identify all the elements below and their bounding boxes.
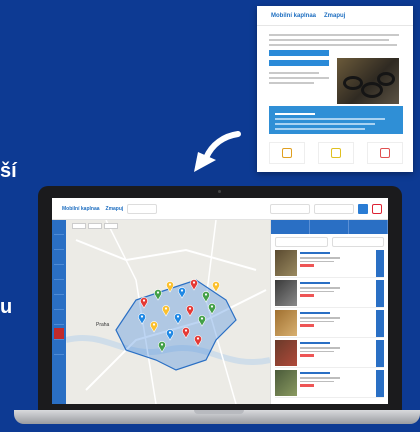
- sidebar-item[interactable]: [54, 343, 64, 355]
- curved-arrow-icon: [194, 131, 241, 172]
- app-screen: Mobilní kaplnaa Zmapuj Praha: [52, 198, 388, 404]
- logout-icon[interactable]: [372, 203, 382, 214]
- list-item[interactable]: [275, 250, 384, 278]
- list-item[interactable]: [275, 340, 384, 368]
- app-header: Mobilní kaplnaa Zmapuj: [52, 198, 388, 220]
- panel-tab[interactable]: [310, 220, 349, 234]
- email-logo-zmapuj: Zmapuj: [324, 12, 346, 19]
- list-item[interactable]: [275, 280, 384, 308]
- cropped-text-line-1: ší: [0, 160, 17, 182]
- sidebar-item[interactable]: [54, 268, 64, 280]
- email-preview: Mobilní kaplnaa Zmapuj: [257, 6, 413, 172]
- report-list-panel: [270, 220, 388, 404]
- laptop-base: [14, 410, 420, 424]
- sidebar-item[interactable]: [54, 253, 64, 265]
- panel-tabs: [271, 220, 388, 234]
- panel-tab[interactable]: [349, 220, 388, 234]
- map-tab[interactable]: [104, 223, 118, 229]
- header-action-button[interactable]: [358, 203, 368, 214]
- sidebar-item-active[interactable]: [54, 328, 64, 340]
- sidebar-item[interactable]: [54, 238, 64, 250]
- email-header: Mobilní kaplnaa Zmapuj: [257, 6, 413, 26]
- email-logo: Mobilní kaplnaa: [271, 12, 317, 19]
- location-icon: [269, 142, 305, 164]
- map-tab[interactable]: [88, 223, 102, 229]
- phone-icon: [367, 142, 403, 164]
- filter-select[interactable]: [275, 237, 328, 247]
- sidebar-item[interactable]: [54, 283, 64, 295]
- sidebar-item[interactable]: [54, 313, 64, 325]
- map-type-tabs: [72, 223, 118, 229]
- email-button-1: [269, 50, 329, 56]
- app-logo-zmapuj[interactable]: Zmapuj: [106, 206, 124, 212]
- list-item[interactable]: [275, 310, 384, 338]
- panel-filters: [275, 237, 384, 247]
- email-button-2: [269, 60, 329, 66]
- filter-select[interactable]: [331, 237, 384, 247]
- header-menu[interactable]: [127, 203, 158, 214]
- header-field-1[interactable]: [270, 203, 310, 214]
- cropped-text-line-2: u: [0, 296, 13, 318]
- sidebar: [52, 220, 66, 404]
- sidebar-item[interactable]: [54, 298, 64, 310]
- report-list: [271, 250, 388, 398]
- city-label: Praha: [96, 322, 110, 328]
- map-pin[interactable]: [212, 281, 220, 293]
- light-icon: [318, 142, 354, 164]
- header-field-2[interactable]: [314, 203, 354, 214]
- app-logo[interactable]: Mobilní kaplnaa: [62, 206, 100, 212]
- map-canvas: Praha: [66, 220, 270, 404]
- email-icons-row: [269, 142, 403, 164]
- sidebar-item[interactable]: [54, 223, 64, 235]
- email-photo: [337, 58, 399, 104]
- panel-tab[interactable]: [271, 220, 310, 234]
- map-view[interactable]: Praha: [66, 220, 270, 404]
- map-tab[interactable]: [72, 223, 86, 229]
- list-item[interactable]: [275, 370, 384, 398]
- email-highlight-box: [269, 106, 403, 134]
- camera: [218, 190, 221, 193]
